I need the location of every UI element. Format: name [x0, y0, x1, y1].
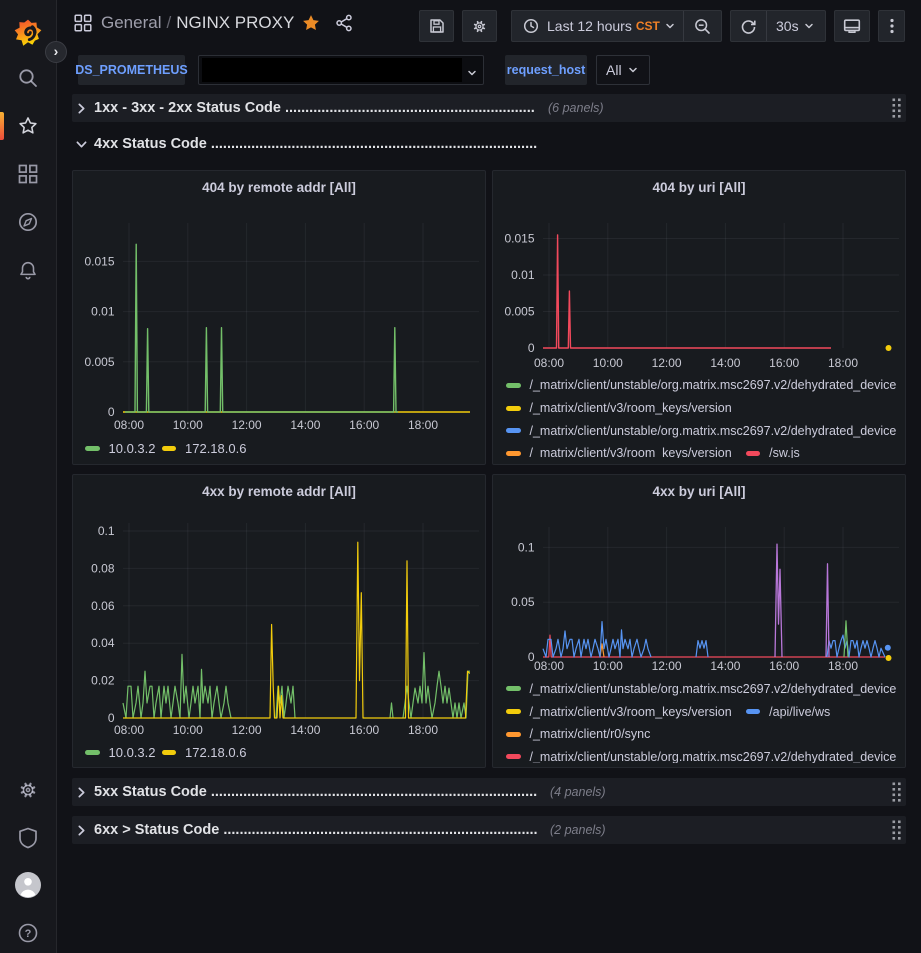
- svg-text:0: 0: [108, 405, 115, 419]
- svg-text:08:00: 08:00: [534, 659, 564, 673]
- svg-text:16:00: 16:00: [349, 723, 379, 737]
- svg-text:18:00: 18:00: [828, 659, 858, 673]
- svg-text:14:00: 14:00: [290, 418, 320, 432]
- svg-text:08:00: 08:00: [114, 418, 144, 432]
- svg-text:08:00: 08:00: [114, 723, 144, 737]
- svg-text:08:00: 08:00: [534, 356, 564, 370]
- svg-text:10:00: 10:00: [173, 418, 203, 432]
- svg-text:0.005: 0.005: [504, 305, 534, 319]
- svg-text:0.015: 0.015: [504, 232, 534, 246]
- svg-text:14:00: 14:00: [290, 723, 320, 737]
- svg-text:10:00: 10:00: [593, 356, 623, 370]
- svg-text:0.08: 0.08: [91, 561, 115, 575]
- svg-text:?: ?: [25, 928, 32, 940]
- svg-text:10:00: 10:00: [593, 659, 623, 673]
- svg-text:0: 0: [528, 341, 535, 355]
- svg-text:0.05: 0.05: [511, 595, 535, 609]
- svg-text:14:00: 14:00: [710, 356, 740, 370]
- svg-text:0.01: 0.01: [91, 305, 115, 319]
- svg-text:0.06: 0.06: [91, 599, 115, 613]
- svg-text:0.1: 0.1: [98, 524, 115, 538]
- svg-text:0.02: 0.02: [91, 674, 115, 688]
- svg-text:12:00: 12:00: [652, 659, 682, 673]
- svg-text:0.005: 0.005: [84, 355, 114, 369]
- svg-text:0.015: 0.015: [84, 254, 114, 268]
- svg-text:14:00: 14:00: [710, 659, 740, 673]
- svg-text:0.04: 0.04: [91, 636, 115, 650]
- svg-text:16:00: 16:00: [349, 418, 379, 432]
- svg-text:12:00: 12:00: [232, 723, 262, 737]
- svg-text:12:00: 12:00: [232, 418, 262, 432]
- svg-text:12:00: 12:00: [652, 356, 682, 370]
- svg-text:0.1: 0.1: [518, 540, 535, 554]
- svg-text:18:00: 18:00: [828, 356, 858, 370]
- svg-text:16:00: 16:00: [769, 356, 799, 370]
- svg-text:0.01: 0.01: [511, 268, 535, 282]
- svg-text:18:00: 18:00: [408, 723, 438, 737]
- svg-text:16:00: 16:00: [769, 659, 799, 673]
- svg-text:18:00: 18:00: [408, 418, 438, 432]
- svg-text:10:00: 10:00: [173, 723, 203, 737]
